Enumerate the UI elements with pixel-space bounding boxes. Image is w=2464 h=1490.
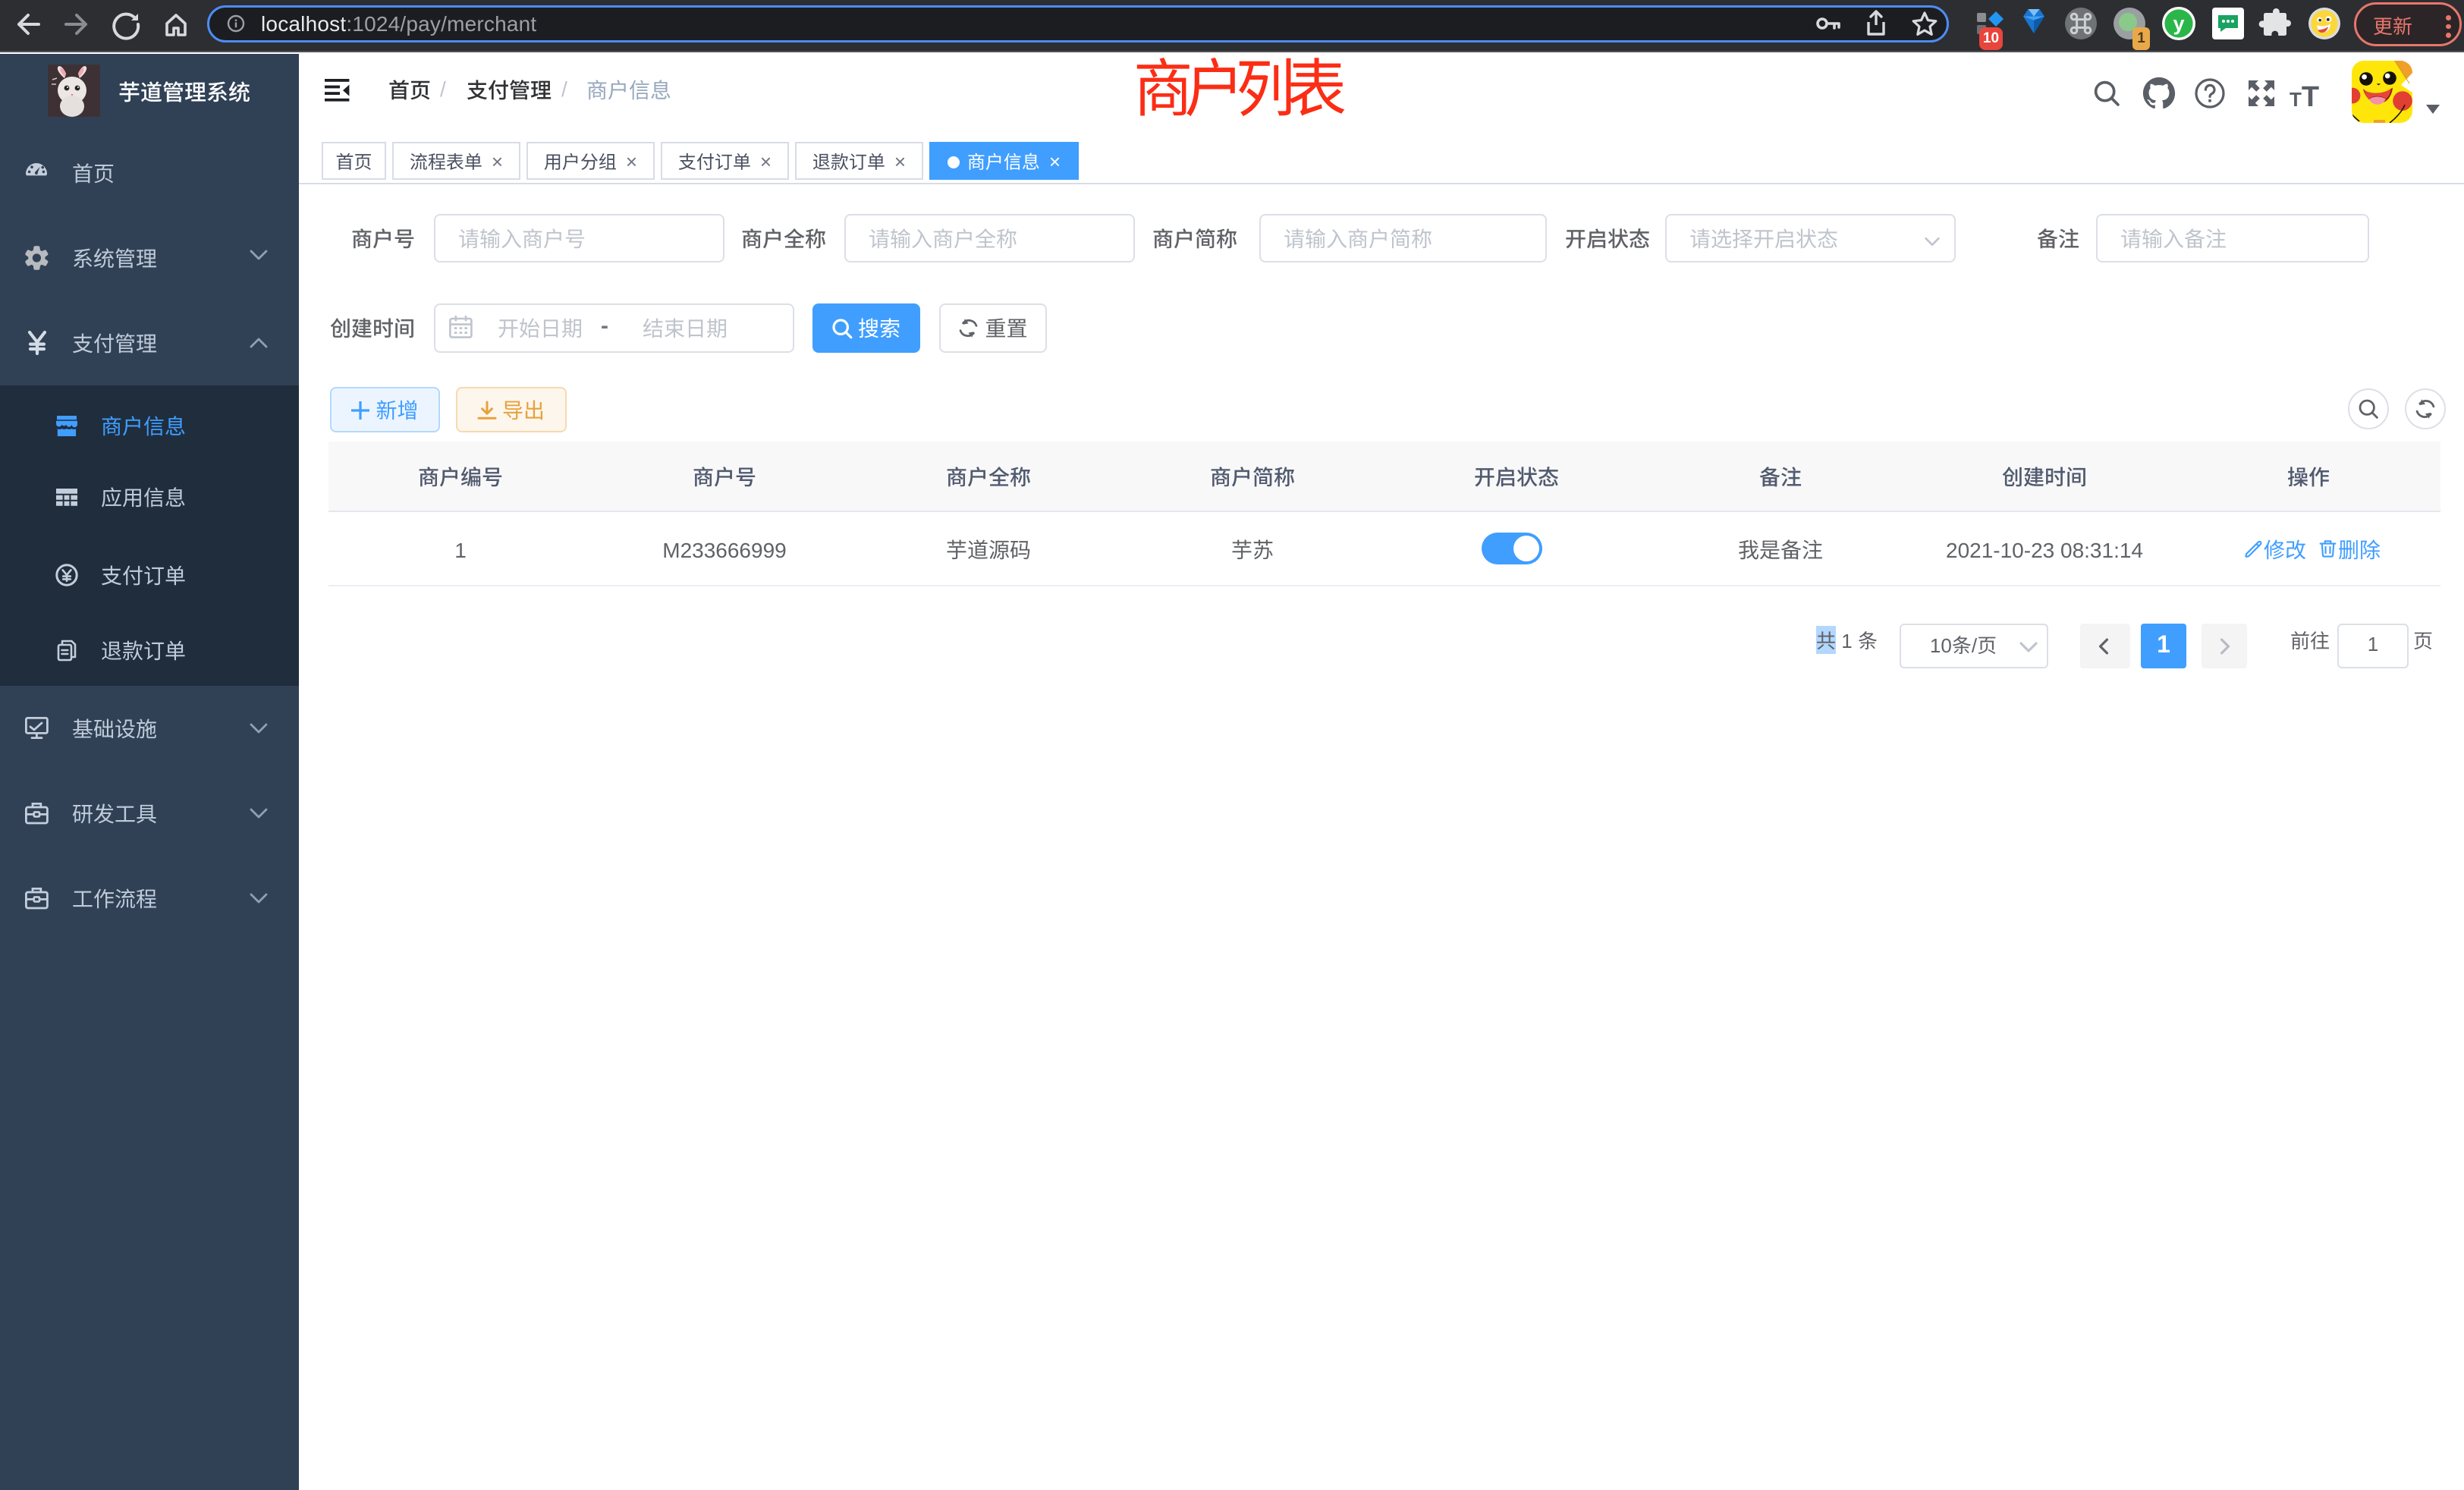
svg-text:y: y <box>2173 12 2184 35</box>
